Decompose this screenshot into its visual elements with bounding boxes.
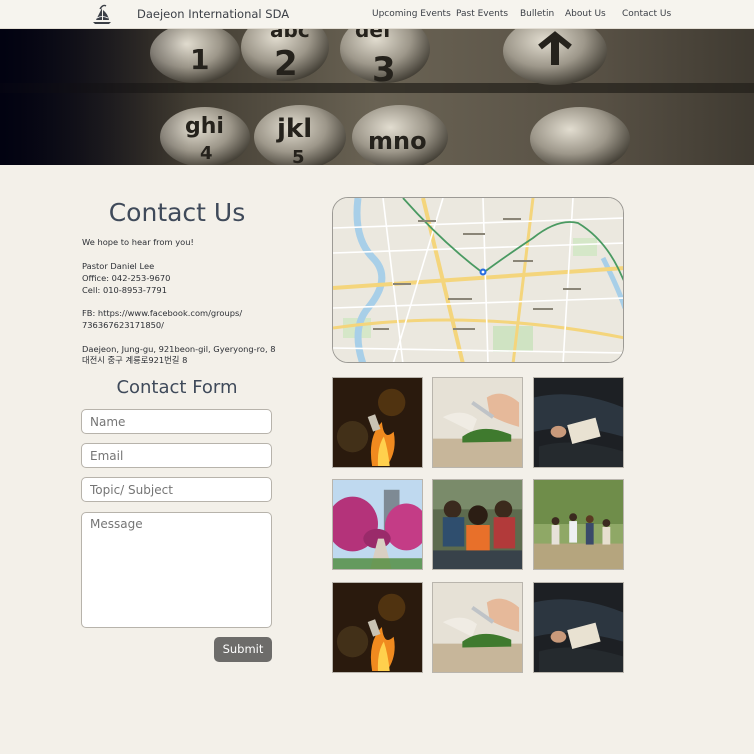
contact-heading: Contact Us xyxy=(108,198,246,227)
key-label: mno xyxy=(368,127,427,155)
pastor-name: Pastor Daniel Lee xyxy=(82,261,155,271)
top-navigation-bar: Daejeon International SDA Upcoming Event… xyxy=(0,0,754,29)
gallery-photo[interactable] xyxy=(332,479,423,570)
key-label: abc xyxy=(270,29,310,42)
key-label: 4 xyxy=(200,143,213,164)
address-korean: 대전시 중구 계룡로921번길 8 xyxy=(82,355,188,365)
gallery-photo[interactable] xyxy=(533,479,624,570)
key-label: 5 xyxy=(292,147,305,165)
key-label: jkl xyxy=(276,114,312,144)
nav-past-events[interactable]: Past Events xyxy=(456,9,508,21)
nav-about-us[interactable]: About Us xyxy=(565,9,606,21)
facebook-link-continued[interactable]: 736367623171850/ xyxy=(82,319,164,331)
key-label: 2 xyxy=(274,44,298,84)
intro-text: We hope to hear from you! xyxy=(82,237,194,247)
key-label: 3 xyxy=(372,50,396,90)
key-label: ghi xyxy=(185,114,224,139)
location-map[interactable] xyxy=(332,197,624,363)
key-label: def xyxy=(355,29,392,42)
office-phone: Office: 042-253-9670 xyxy=(82,273,171,283)
email-input[interactable] xyxy=(81,443,272,468)
nav-bulletin[interactable]: Bulletin xyxy=(520,9,554,21)
site-name-link[interactable]: Daejeon International SDA xyxy=(137,7,289,21)
nav-upcoming-events[interactable]: Upcoming Events xyxy=(372,9,451,21)
subject-input[interactable] xyxy=(81,477,272,502)
gallery-photo[interactable] xyxy=(332,377,423,468)
name-input[interactable] xyxy=(81,409,272,434)
nav-contact-us[interactable]: Contact Us xyxy=(622,9,671,21)
hero-keypad-image: 1 abc 2 def 3 ghi 4 jkl 5 mno xyxy=(0,29,754,165)
gallery-photo[interactable] xyxy=(533,582,624,673)
gallery-photo[interactable] xyxy=(432,377,523,468)
message-textarea[interactable] xyxy=(81,512,272,628)
submit-button[interactable]: Submit xyxy=(214,637,272,662)
cell-phone: Cell: 010-8953-7791 xyxy=(82,285,167,295)
gallery-photo[interactable] xyxy=(432,582,523,673)
key-label: 1 xyxy=(190,43,209,76)
gallery-photo[interactable] xyxy=(533,377,624,468)
contact-form-heading: Contact Form xyxy=(116,377,238,398)
gallery-photo[interactable] xyxy=(332,582,423,673)
church-logo-icon[interactable] xyxy=(90,3,114,26)
facebook-link[interactable]: FB: https://www.facebook.com/groups/ xyxy=(82,307,242,319)
gallery-photo[interactable] xyxy=(432,479,523,570)
